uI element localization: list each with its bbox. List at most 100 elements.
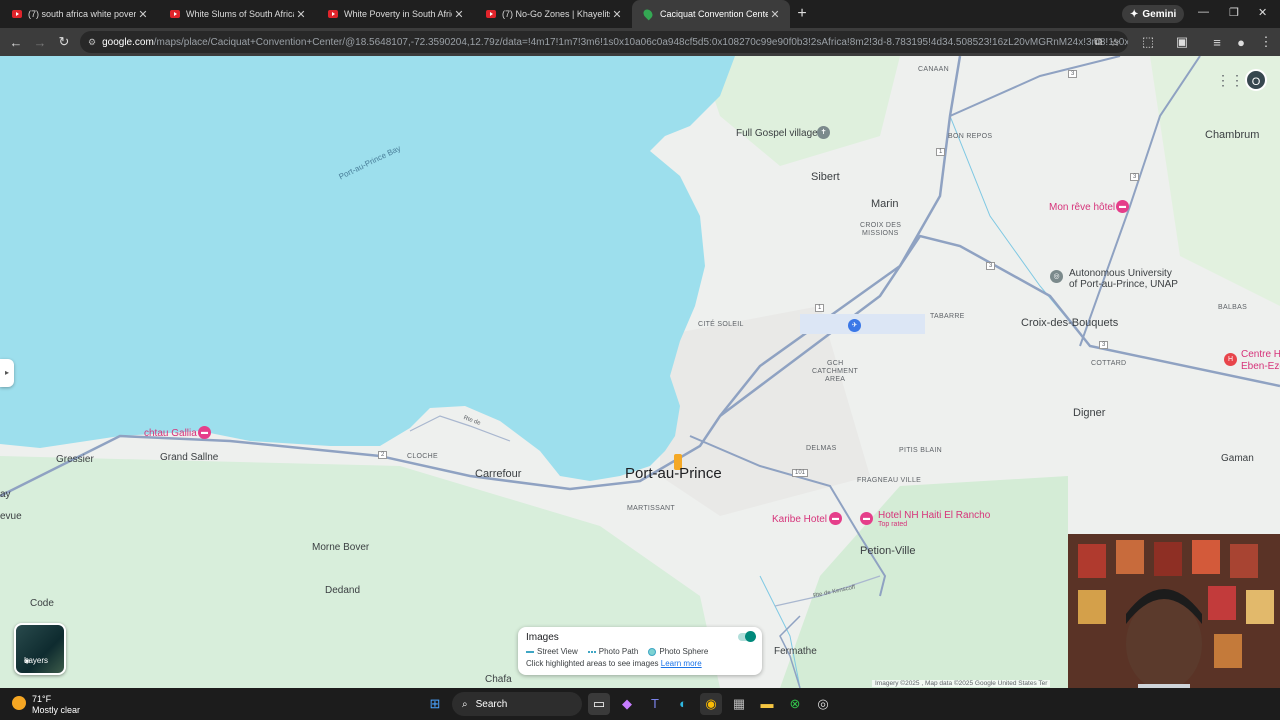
learn-more-link[interactable]: Learn more xyxy=(661,659,702,668)
place-label[interactable]: Croix-des-Bouquets xyxy=(1021,317,1118,329)
account-avatar[interactable]: O xyxy=(1245,69,1267,91)
place-label[interactable]: CATCHMENT xyxy=(812,368,858,375)
place-label[interactable]: TABARRE xyxy=(930,313,965,320)
place-label[interactable]: Marin xyxy=(871,198,899,210)
address-bar[interactable]: ⚙ google.com/maps/place/Caciquat+Convent… xyxy=(80,31,1128,53)
place-label[interactable]: Sibert xyxy=(811,171,840,183)
sparkle-icon: ✦ xyxy=(1130,8,1139,20)
app-icon[interactable]: ◎ xyxy=(812,693,834,715)
copilot-icon[interactable]: ◆ xyxy=(616,693,638,715)
teams-icon[interactable]: T xyxy=(644,693,666,715)
xbox-icon[interactable]: ⊗ xyxy=(784,693,806,715)
place-label[interactable]: GCH xyxy=(827,360,843,367)
place-label[interactable]: BON REPOS xyxy=(948,133,992,140)
new-tab-button[interactable]: + xyxy=(790,5,814,23)
media-icon[interactable]: ≡ xyxy=(1205,35,1229,50)
weather-widget[interactable]: 71°F Mostly clear xyxy=(12,694,80,716)
place-label[interactable]: Code xyxy=(30,598,54,609)
place-label[interactable]: Gaman xyxy=(1221,453,1254,464)
place-label[interactable]: Chafa xyxy=(485,674,512,685)
place-label[interactable]: Autonomous University xyxy=(1069,268,1172,279)
reload-icon[interactable]: ↻ xyxy=(52,34,76,50)
images-toggle[interactable] xyxy=(738,631,756,642)
place-label[interactable]: Fermathe xyxy=(774,646,817,657)
extensions-icon[interactable]: ⬚ xyxy=(1136,34,1160,50)
forward-arrow-icon[interactable]: → xyxy=(28,35,52,50)
browser-tab[interactable]: (7) No-Go Zones | Khayelitsha, ✕ xyxy=(474,0,632,28)
hotel-label[interactable]: Hotel NH Haiti El Rancho xyxy=(878,510,990,521)
place-label[interactable]: Morne Bover xyxy=(312,542,369,553)
university-icon[interactable]: ◎ xyxy=(1050,270,1063,283)
hotel-icon[interactable]: ▬ xyxy=(1116,200,1129,213)
layers-button[interactable]: ◈ Layers xyxy=(14,623,66,675)
place-label[interactable]: Chambrum xyxy=(1205,129,1259,141)
place-label[interactable]: Centre H xyxy=(1241,349,1280,360)
hotel-label[interactable]: Karibe Hotel xyxy=(772,514,827,525)
task-view-icon[interactable]: ▭ xyxy=(588,693,610,715)
place-label[interactable]: Carrefour xyxy=(475,468,521,480)
hotel-icon[interactable]: ▬ xyxy=(860,512,873,525)
place-label[interactable]: CITÉ SOLEIL xyxy=(698,321,744,328)
windows-start-icon[interactable]: ⊞ xyxy=(424,693,446,715)
place-label[interactable]: PITIS BLAIN xyxy=(899,447,942,454)
browser-tab[interactable]: White Poverty in South Africa | ✕ xyxy=(316,0,474,28)
place-label[interactable]: AREA xyxy=(825,376,845,383)
close-window-button[interactable]: ✕ xyxy=(1258,6,1267,19)
place-label[interactable]: Gressier xyxy=(56,454,94,465)
side-panel-icon[interactable]: ▣ xyxy=(1170,34,1194,50)
gemini-button[interactable]: ✦ Gemini xyxy=(1122,5,1185,23)
close-tab-icon[interactable]: ✕ xyxy=(610,8,624,21)
close-tab-icon[interactable]: ✕ xyxy=(294,8,308,21)
browser-tab[interactable]: White Slums of South Africa (Fu ✕ xyxy=(158,0,316,28)
edge-icon[interactable]: ◐ xyxy=(672,693,694,715)
place-label[interactable]: Grand Sallne xyxy=(160,452,218,463)
install-app-icon[interactable]: ⧉ xyxy=(1094,36,1102,49)
hotel-icon[interactable]: ▬ xyxy=(198,426,211,439)
bookmark-star-icon[interactable]: ☆ xyxy=(1110,36,1120,49)
hotel-label[interactable]: chtau Gallia xyxy=(144,428,197,439)
file-explorer-icon[interactable]: ▬ xyxy=(756,693,778,715)
store-icon[interactable]: ▦ xyxy=(728,693,750,715)
place-label[interactable]: evue xyxy=(0,511,22,522)
close-tab-icon[interactable]: ✕ xyxy=(768,8,782,21)
place-label[interactable]: of Port-au-Prince, UNAP xyxy=(1069,279,1178,290)
place-label[interactable]: CLOCHE xyxy=(407,453,438,460)
site-settings-icon[interactable]: ⚙ xyxy=(88,37,96,48)
place-label[interactable]: CANAAN xyxy=(918,66,949,73)
close-tab-icon[interactable]: ✕ xyxy=(136,8,150,21)
hospital-icon[interactable]: H xyxy=(1224,353,1237,366)
restore-button[interactable]: ❐ xyxy=(1229,6,1239,19)
hotel-icon[interactable]: ▬ xyxy=(829,512,842,525)
chrome-icon[interactable]: ◉ xyxy=(700,693,722,715)
hotel-label[interactable]: Mon rêve hôtel xyxy=(1049,202,1115,213)
profile-icon[interactable]: ● xyxy=(1229,35,1253,50)
menu-icon[interactable]: ⋮ xyxy=(1254,34,1278,50)
place-label[interactable]: Dedand xyxy=(325,585,360,596)
url-host: google.com xyxy=(102,36,154,48)
browser-tab-active[interactable]: Caciquat Convention Center - C ✕ xyxy=(632,0,790,28)
place-label[interactable]: DELMAS xyxy=(806,445,837,452)
place-label[interactable]: CROIX DES xyxy=(860,222,901,229)
place-label[interactable]: COTTARD xyxy=(1091,360,1126,367)
place-label[interactable]: MISSIONS xyxy=(862,230,899,237)
place-label[interactable]: MARTISSANT xyxy=(627,505,675,512)
place-label[interactable]: Eben-Eze xyxy=(1241,361,1280,372)
place-label[interactable]: ay xyxy=(0,489,11,500)
city-label[interactable]: Port-au-Prince xyxy=(625,465,722,482)
airport-icon[interactable]: ✈ xyxy=(848,319,861,332)
place-label[interactable]: Digner xyxy=(1073,407,1105,419)
place-label[interactable]: Petion-Ville xyxy=(860,545,915,557)
place-label[interactable]: FRAGNEAU VILLE xyxy=(857,477,921,484)
back-arrow-icon[interactable]: ← xyxy=(4,35,28,50)
browser-tab[interactable]: (7) south africa white poverty - ✕ xyxy=(0,0,158,28)
place-label[interactable]: BALBAS xyxy=(1218,304,1247,311)
bay-water xyxy=(0,56,735,481)
church-icon[interactable]: ✝ xyxy=(817,126,830,139)
minimize-button[interactable]: — xyxy=(1198,6,1209,18)
map-attribution[interactable]: Imagery ©2025 , Map data ©2025 Google Un… xyxy=(872,680,1051,687)
search-label: Search xyxy=(475,698,508,710)
expand-side-panel-button[interactable]: ▸ xyxy=(0,359,14,387)
taskbar-search[interactable]: ⌕ Search xyxy=(452,692,582,716)
close-tab-icon[interactable]: ✕ xyxy=(452,8,466,21)
place-label[interactable]: Full Gospel village xyxy=(736,128,818,139)
